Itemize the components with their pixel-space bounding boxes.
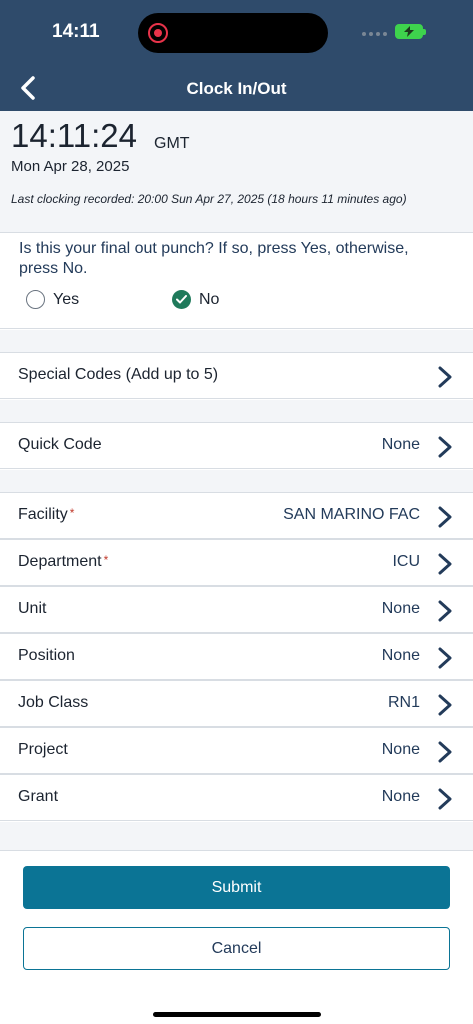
row-value: None bbox=[381, 600, 420, 617]
timezone-label: GMT bbox=[154, 135, 190, 152]
department-row[interactable]: Department * ICU bbox=[0, 539, 473, 586]
cancel-button[interactable]: Cancel bbox=[23, 927, 450, 970]
section-divider bbox=[0, 822, 473, 850]
unit-row[interactable]: Unit None bbox=[0, 586, 473, 633]
status-time: 14:11 bbox=[52, 21, 100, 42]
grant-row[interactable]: Grant None bbox=[0, 774, 473, 821]
row-value: SAN MARINO FAC bbox=[283, 506, 420, 523]
submit-button[interactable]: Submit bbox=[23, 866, 450, 909]
recording-indicator-icon bbox=[148, 23, 168, 43]
battery-icon bbox=[395, 24, 426, 39]
signal-icon bbox=[362, 32, 387, 36]
chevron-right-icon bbox=[438, 366, 452, 388]
section-divider bbox=[0, 400, 473, 422]
row-label: Quick Code bbox=[18, 436, 102, 453]
row-label: Unit bbox=[18, 600, 47, 617]
job-class-row[interactable]: Job Class RN1 bbox=[0, 680, 473, 727]
current-time: 14:11:24 bbox=[11, 117, 138, 154]
current-date: Mon Apr 28, 2025 bbox=[11, 158, 130, 175]
home-indicator[interactable] bbox=[153, 1012, 321, 1017]
page-title: Clock In/Out bbox=[186, 79, 287, 98]
position-row[interactable]: Position None bbox=[0, 633, 473, 680]
row-value: None bbox=[381, 436, 420, 453]
chevron-right-icon bbox=[438, 694, 452, 716]
final-punch-question: Is this your final out punch? If so, pre… bbox=[0, 234, 473, 329]
project-row[interactable]: Project None bbox=[0, 727, 473, 774]
chevron-right-icon bbox=[438, 741, 452, 763]
row-value: None bbox=[381, 647, 420, 664]
yes-label: Yes bbox=[53, 290, 80, 308]
action-bar: Submit Cancel bbox=[0, 850, 473, 1024]
required-marker: * bbox=[103, 553, 109, 567]
dynamic-island bbox=[138, 13, 328, 53]
chevron-right-icon bbox=[438, 436, 452, 458]
chevron-right-icon bbox=[438, 788, 452, 810]
clock-panel: 14:11:24 GMT Mon Apr 28, 2025 Last clock… bbox=[0, 111, 473, 233]
special-codes-row[interactable]: Special Codes (Add up to 5) bbox=[0, 352, 473, 399]
question-text: Is this your final out punch? If so, pre… bbox=[19, 240, 409, 277]
no-label: No bbox=[199, 290, 220, 308]
app-header: 14:11 Clock In/Out bbox=[0, 0, 473, 111]
chevron-right-icon bbox=[438, 553, 452, 575]
last-clocking-text: Last clocking recorded: 20:00 Sun Apr 27… bbox=[11, 192, 407, 206]
yes-radio[interactable]: Yes bbox=[26, 290, 79, 309]
row-label: Facility * bbox=[18, 506, 75, 523]
row-label: Position bbox=[18, 647, 75, 664]
row-label: Grant bbox=[18, 788, 59, 805]
row-label: Job Class bbox=[18, 694, 89, 711]
chevron-right-icon bbox=[438, 647, 452, 669]
row-value: None bbox=[381, 788, 420, 805]
row-label: Project bbox=[18, 741, 68, 758]
section-divider bbox=[0, 330, 473, 352]
quick-code-row[interactable]: Quick Code None bbox=[0, 422, 473, 469]
row-label: Special Codes (Add up to 5) bbox=[18, 366, 219, 383]
facility-row[interactable]: Facility * SAN MARINO FAC bbox=[0, 492, 473, 539]
chevron-right-icon bbox=[438, 506, 452, 528]
radio-checked-icon bbox=[172, 290, 191, 309]
row-label: Department * bbox=[18, 553, 109, 570]
chevron-right-icon bbox=[438, 600, 452, 622]
row-value: None bbox=[381, 741, 420, 758]
row-value: RN1 bbox=[387, 694, 420, 711]
section-divider bbox=[0, 470, 473, 492]
required-marker: * bbox=[69, 506, 75, 520]
no-radio[interactable]: No bbox=[172, 290, 219, 309]
radio-unchecked-icon bbox=[26, 290, 45, 309]
row-value: ICU bbox=[392, 553, 420, 570]
